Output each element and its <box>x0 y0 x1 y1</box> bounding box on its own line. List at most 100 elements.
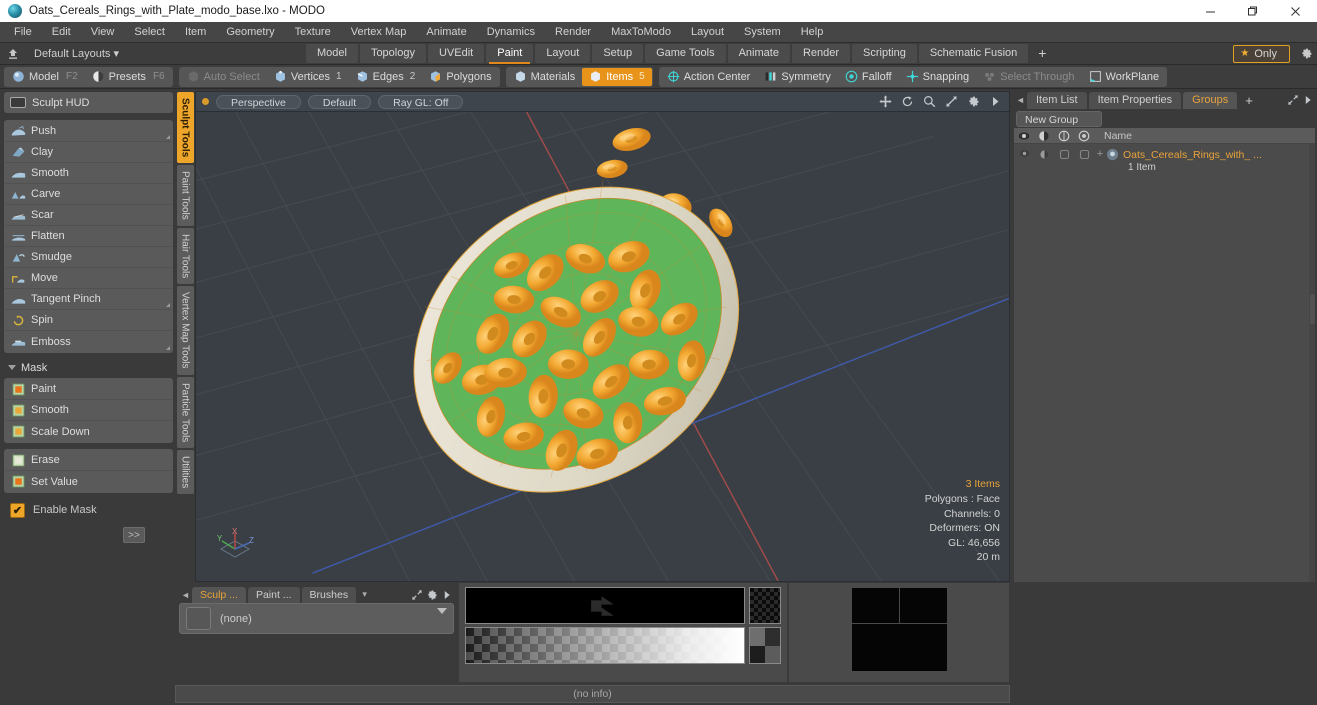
minimize-button[interactable] <box>1189 0 1231 22</box>
layout-tab-setup[interactable]: Setup <box>592 44 644 63</box>
enable-mask-row[interactable]: ✔ Enable Mask <box>4 499 173 521</box>
mask-tool-erase[interactable]: Erase <box>5 450 172 471</box>
mode-button-model[interactable]: Model F2 <box>5 68 85 86</box>
bottom-panel-expand-icon[interactable] <box>409 587 424 602</box>
menu-item-file[interactable]: File <box>4 22 42 43</box>
viewport-more-icon[interactable] <box>988 94 1003 109</box>
layout-tab-animate[interactable]: Animate <box>727 44 790 63</box>
brush-gradient-swatches[interactable] <box>749 627 781 664</box>
mask-section-header[interactable]: Mask <box>4 359 173 376</box>
right-panel-more-icon[interactable] <box>1300 93 1315 108</box>
sculpt-hud-button[interactable]: Sculpt HUD <box>4 92 173 113</box>
3d-viewport[interactable]: 3 Items Polygons : Face Channels: 0 Defo… <box>195 111 1010 582</box>
wire-icon[interactable] <box>1054 130 1074 142</box>
right-tab-groups[interactable]: Groups <box>1183 91 1238 109</box>
menu-item-geometry[interactable]: Geometry <box>216 22 284 43</box>
brush-preset-dropdown[interactable]: (none) <box>179 603 454 634</box>
right-panel-menu-arrow-icon[interactable]: ◄ <box>1014 95 1027 105</box>
vtab-utilities[interactable]: Utilities <box>176 450 194 495</box>
rotate-icon[interactable] <box>900 94 915 109</box>
bottom-panel-more-icon[interactable] <box>439 587 454 602</box>
brush-shape-preview[interactable] <box>465 587 745 624</box>
workplane-button[interactable]: WorkPlane <box>1082 68 1167 86</box>
vtab-paint-tools[interactable]: Paint Tools <box>176 165 194 227</box>
maximize-button[interactable] <box>1231 0 1273 22</box>
select-through-button[interactable]: Select Through <box>976 68 1081 86</box>
brush-extra-preview-panel[interactable] <box>788 582 1010 683</box>
sculpt-tool-scar[interactable]: Scar <box>5 205 172 226</box>
layout-tab-layout[interactable]: Layout <box>535 44 591 63</box>
row-render-toggle[interactable] <box>1074 146 1094 160</box>
bottom-tab-paint[interactable]: Paint ... <box>247 586 300 603</box>
menu-item-select[interactable]: Select <box>124 22 175 43</box>
home-layout-icon[interactable] <box>0 48 26 60</box>
table-row[interactable]: + Oats_Cereals_Rings_with_ ... 1 Item <box>1014 144 1315 174</box>
render-icon[interactable] <box>1074 130 1094 142</box>
select-mode-items[interactable]: Items 5 <box>582 67 652 86</box>
menu-item-edit[interactable]: Edit <box>42 22 81 43</box>
right-panel-expand-icon[interactable] <box>1285 93 1300 108</box>
pan-icon[interactable] <box>878 94 893 109</box>
sculpt-tool-spin[interactable]: Spin <box>5 310 172 331</box>
layout-tab-topology[interactable]: Topology <box>359 44 426 63</box>
viewport-raygl-dropdown[interactable]: Ray GL: Off <box>378 94 464 109</box>
viewport-shading-dropdown[interactable]: Default <box>307 94 372 109</box>
layout-tab-game-tools[interactable]: Game Tools <box>645 44 726 63</box>
axis-gizmo[interactable]: Y X Z <box>213 527 257 569</box>
fit-view-icon[interactable] <box>944 94 959 109</box>
menu-item-dynamics[interactable]: Dynamics <box>477 22 545 43</box>
layout-tab-scripting[interactable]: Scripting <box>852 44 917 63</box>
mask-tool-smooth[interactable]: Smooth <box>5 400 172 421</box>
vtab-sculpt-tools[interactable]: Sculpt Tools <box>176 92 194 164</box>
viewport-gear-icon[interactable] <box>966 94 981 109</box>
default-layouts-dropdown[interactable]: Default Layouts ▾ <box>26 47 127 60</box>
push-popup-corner[interactable] <box>166 135 170 139</box>
sculpt-tool-tangent-pinch[interactable]: Tangent Pinch <box>5 289 172 310</box>
panel-resize-handle[interactable] <box>1310 294 1315 324</box>
bottom-tab-dropdown-icon[interactable]: ▾ <box>358 589 371 600</box>
viewport-view-mode-dropdown[interactable]: Perspective <box>216 94 301 109</box>
sculpt-tool-carve[interactable]: Carve <box>5 184 172 205</box>
sculpt-tool-emboss[interactable]: Emboss <box>5 331 172 352</box>
only-toggle-button[interactable]: ★ Only <box>1233 44 1290 63</box>
right-tab-item-properties[interactable]: Item Properties <box>1088 91 1182 109</box>
menu-item-animate[interactable]: Animate <box>416 22 476 43</box>
add-layout-tab-button[interactable]: + <box>1030 44 1054 63</box>
group-list-body[interactable]: + Oats_Cereals_Rings_with_ ... 1 Item <box>1014 144 1315 582</box>
mask-tool-paint[interactable]: Paint <box>5 379 172 400</box>
emboss-popup-corner[interactable] <box>166 346 170 350</box>
mask-tool-set-value[interactable]: Set Value <box>5 471 172 492</box>
close-button[interactable] <box>1273 0 1317 22</box>
right-tab-item-list[interactable]: Item List <box>1027 91 1087 109</box>
symmetry-button[interactable]: Symmetry <box>757 68 838 86</box>
tangent-pinch-popup-corner[interactable] <box>166 303 170 307</box>
menu-item-render[interactable]: Render <box>545 22 601 43</box>
row-wireframe-toggle[interactable] <box>1054 146 1074 160</box>
new-group-button[interactable]: New Group <box>1016 111 1102 127</box>
action-center-button[interactable]: Action Center <box>660 68 758 86</box>
preferences-gear-icon[interactable] <box>1295 47 1317 60</box>
select-mode-vertices[interactable]: Vertices 1 <box>267 68 349 86</box>
sculpt-tool-smooth[interactable]: Smooth <box>5 163 172 184</box>
menu-item-item[interactable]: Item <box>175 22 216 43</box>
layout-tab-uvedit[interactable]: UVEdit <box>427 44 485 63</box>
falloff-button[interactable]: Falloff <box>838 68 899 86</box>
mask-tool-scale-down[interactable]: Scale Down <box>5 421 172 442</box>
select-mode-auto-select[interactable]: Auto Select <box>180 68 267 86</box>
vtab-hair-tools[interactable]: Hair Tools <box>176 228 194 285</box>
vtab-particle-tools[interactable]: Particle Tools <box>176 376 194 449</box>
mode-button-presets[interactable]: Presets F6 <box>85 68 172 86</box>
row-visibility-toggle[interactable] <box>1014 146 1034 158</box>
sculpt-tool-move[interactable]: Move <box>5 268 172 289</box>
magnifier-icon[interactable] <box>922 94 937 109</box>
layout-tab-schematic-fusion[interactable]: Schematic Fusion <box>918 44 1029 63</box>
brush-alpha-preview[interactable] <box>749 587 781 624</box>
menu-item-layout[interactable]: Layout <box>681 22 734 43</box>
menu-item-view[interactable]: View <box>81 22 125 43</box>
brush-gradient-preview[interactable] <box>465 627 745 664</box>
vtab-vertex-map-tools[interactable]: Vertex Map Tools <box>176 286 194 375</box>
enable-mask-checkbox[interactable]: ✔ <box>10 502 25 518</box>
sculpt-tool-push[interactable]: Push <box>5 121 172 142</box>
layout-tab-paint[interactable]: Paint <box>486 44 534 64</box>
layout-tab-model[interactable]: Model <box>305 44 358 63</box>
